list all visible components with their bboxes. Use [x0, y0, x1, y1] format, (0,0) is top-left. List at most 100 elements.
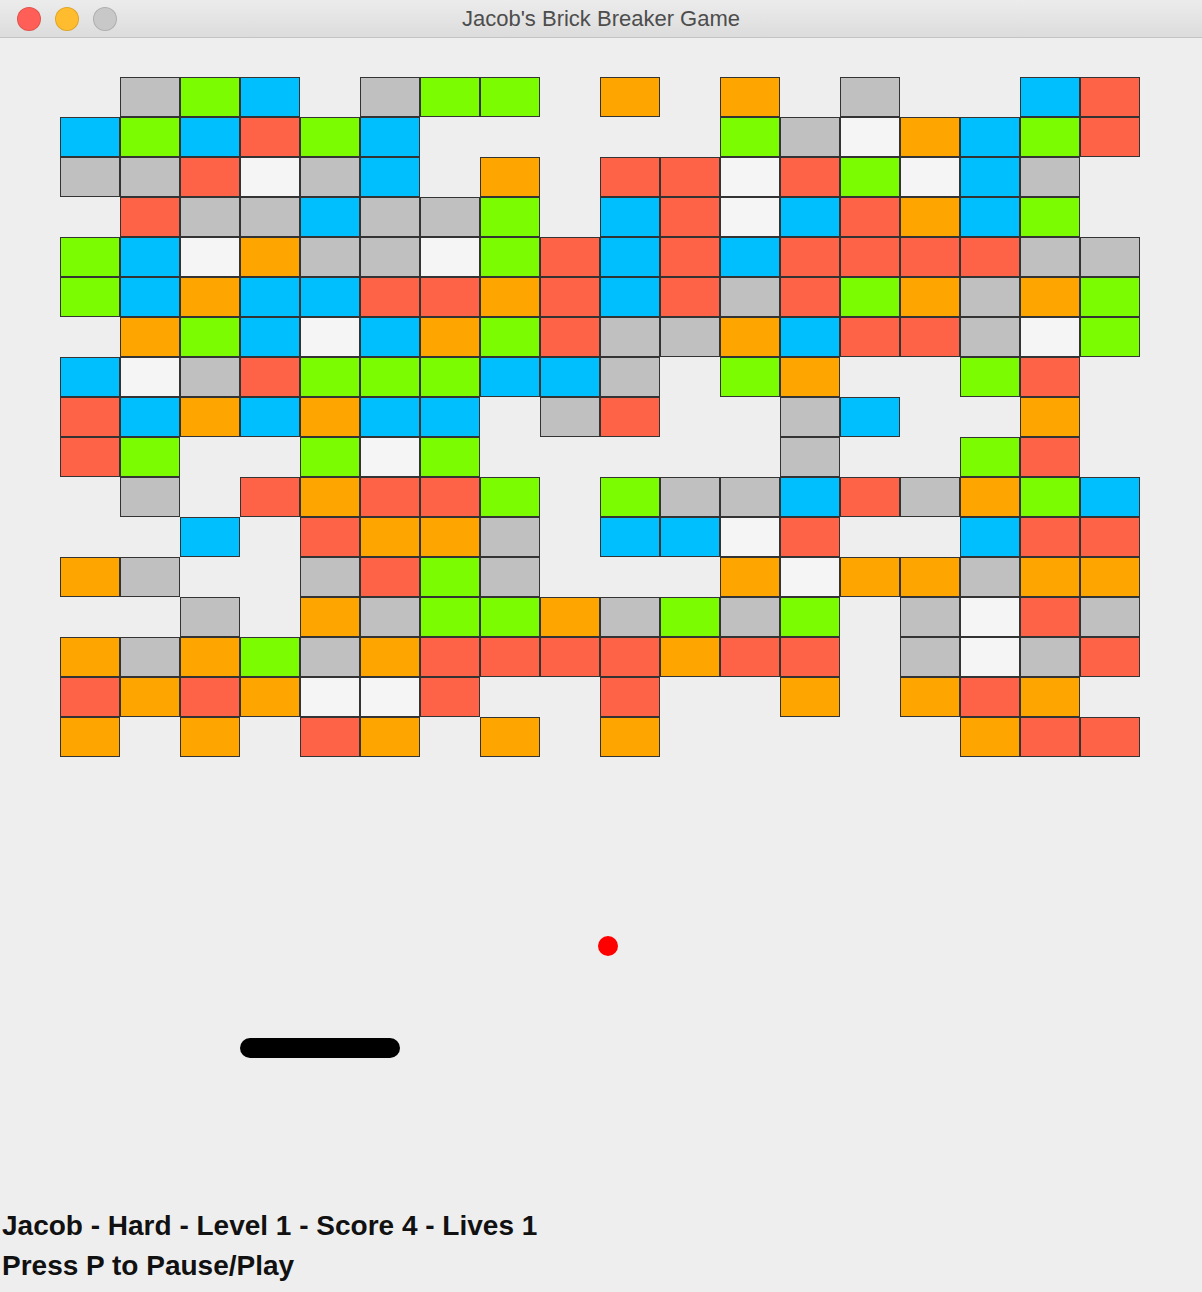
- brick: [360, 477, 420, 517]
- empty-cell: [1080, 397, 1140, 437]
- brick: [960, 477, 1020, 517]
- brick: [720, 517, 780, 557]
- brick: [420, 237, 480, 277]
- empty-cell: [540, 197, 600, 237]
- brick: [960, 717, 1020, 757]
- brick: [240, 357, 300, 397]
- brick: [1020, 437, 1080, 477]
- brick: [120, 277, 180, 317]
- empty-cell: [1080, 677, 1140, 717]
- brick: [840, 77, 900, 117]
- brick: [120, 437, 180, 477]
- brick: [240, 117, 300, 157]
- empty-cell: [1080, 437, 1140, 477]
- empty-cell: [420, 157, 480, 197]
- brick: [180, 597, 240, 637]
- brick: [1080, 237, 1140, 277]
- empty-cell: [660, 357, 720, 397]
- window-title: Jacob's Brick Breaker Game: [0, 6, 1202, 32]
- empty-cell: [540, 437, 600, 477]
- empty-cell: [840, 677, 900, 717]
- brick: [1080, 597, 1140, 637]
- brick: [840, 557, 900, 597]
- brick: [1080, 77, 1140, 117]
- close-button[interactable]: [17, 7, 41, 31]
- brick: [300, 597, 360, 637]
- brick: [180, 357, 240, 397]
- brick: [720, 197, 780, 237]
- empty-cell: [240, 517, 300, 557]
- brick: [600, 717, 660, 757]
- empty-cell: [540, 557, 600, 597]
- brick: [720, 237, 780, 277]
- empty-cell: [240, 597, 300, 637]
- brick: [780, 317, 840, 357]
- brick: [360, 197, 420, 237]
- game-info: Jacob - Hard - Level 1 - Score 4 - Lives…: [2, 1206, 1202, 1246]
- brick: [960, 637, 1020, 677]
- brick: [240, 317, 300, 357]
- empty-cell: [480, 117, 540, 157]
- brick: [780, 517, 840, 557]
- brick: [1020, 197, 1080, 237]
- brick: [1020, 637, 1080, 677]
- brick: [180, 397, 240, 437]
- brick: [1020, 117, 1080, 157]
- empty-cell: [60, 317, 120, 357]
- zoom-button[interactable]: [93, 7, 117, 31]
- brick: [420, 197, 480, 237]
- brick: [600, 317, 660, 357]
- brick: [1080, 117, 1140, 157]
- brick: [480, 237, 540, 277]
- brick: [840, 117, 900, 157]
- empty-cell: [540, 717, 600, 757]
- empty-cell: [60, 477, 120, 517]
- brick: [420, 477, 480, 517]
- empty-cell: [240, 717, 300, 757]
- brick: [780, 677, 840, 717]
- brick: [600, 477, 660, 517]
- brick: [360, 117, 420, 157]
- brick: [300, 197, 360, 237]
- empty-cell: [780, 77, 840, 117]
- empty-cell: [900, 357, 960, 397]
- brick: [300, 397, 360, 437]
- brick: [540, 357, 600, 397]
- empty-cell: [660, 557, 720, 597]
- empty-cell: [240, 557, 300, 597]
- brick: [540, 597, 600, 637]
- brick: [180, 117, 240, 157]
- brick: [660, 517, 720, 557]
- brick: [240, 197, 300, 237]
- brick: [300, 517, 360, 557]
- brick: [360, 637, 420, 677]
- brick: [300, 717, 360, 757]
- brick: [780, 437, 840, 477]
- empty-cell: [720, 437, 780, 477]
- paddle[interactable]: [240, 1038, 400, 1058]
- brick: [120, 557, 180, 597]
- empty-cell: [840, 597, 900, 637]
- brick: [240, 397, 300, 437]
- brick: [780, 277, 840, 317]
- brick: [180, 237, 240, 277]
- empty-cell: [480, 437, 540, 477]
- empty-cell: [900, 717, 960, 757]
- brick: [60, 717, 120, 757]
- brick: [780, 157, 840, 197]
- brick: [1080, 557, 1140, 597]
- brick: [300, 237, 360, 277]
- brick: [360, 717, 420, 757]
- brick: [900, 677, 960, 717]
- brick: [240, 677, 300, 717]
- title-bar: Jacob's Brick Breaker Game: [0, 0, 1202, 38]
- minimize-button[interactable]: [55, 7, 79, 31]
- empty-cell: [720, 397, 780, 437]
- empty-cell: [60, 517, 120, 557]
- brick: [540, 277, 600, 317]
- brick: [120, 317, 180, 357]
- empty-cell: [120, 517, 180, 557]
- brick: [120, 637, 180, 677]
- brick: [360, 157, 420, 197]
- brick: [420, 357, 480, 397]
